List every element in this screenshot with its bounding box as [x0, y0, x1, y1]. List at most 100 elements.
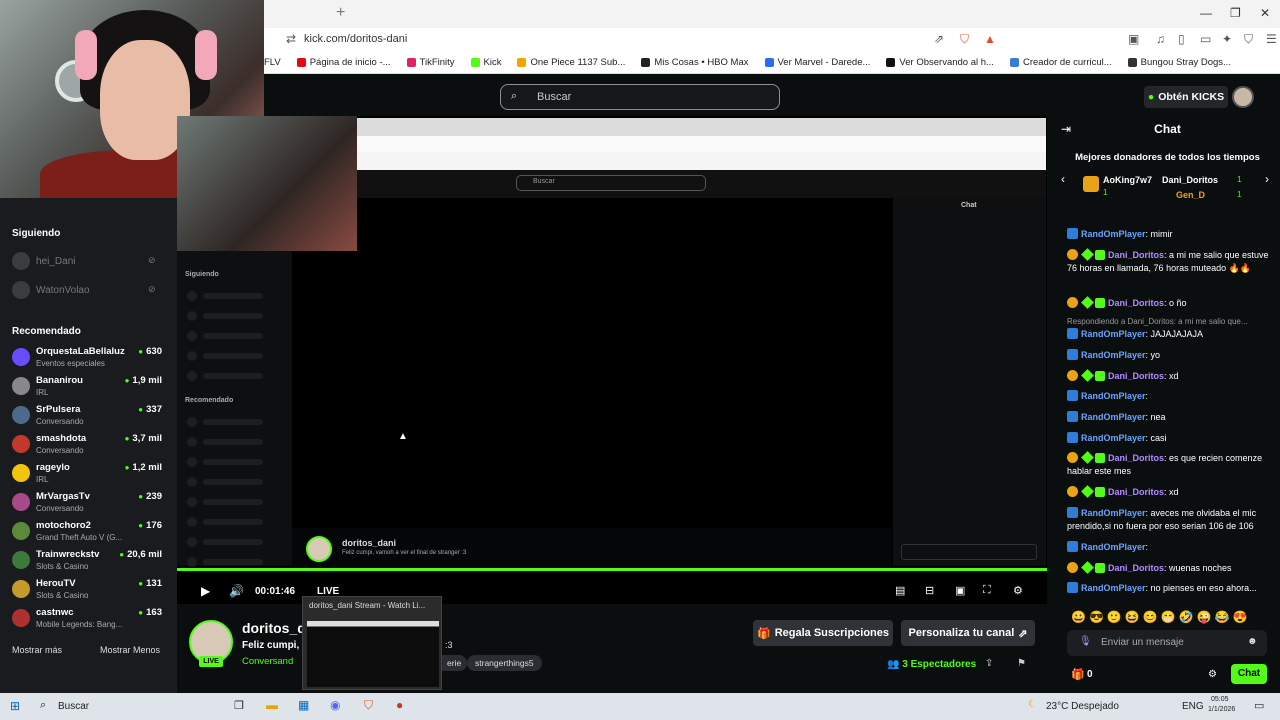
- bookmark-item[interactable]: Creador de curricul...: [1009, 57, 1112, 68]
- maximize-icon[interactable]: ❐: [1230, 6, 1241, 20]
- recommended-channel[interactable]: MrVargasTv Conversando 239: [12, 489, 162, 517]
- placeholder-row: [203, 333, 263, 339]
- gift-subs-button[interactable]: 🎁 Regala Suscripciones: [753, 620, 893, 646]
- bookmark-item[interactable]: Kick: [470, 57, 501, 68]
- fullscreen-icon[interactable]: ⛶: [983, 584, 991, 597]
- search-box[interactable]: ⌕ Buscar: [500, 84, 780, 110]
- play-icon[interactable]: ▶: [201, 584, 210, 598]
- chat-username[interactable]: Dani_Doritos: [1108, 453, 1164, 463]
- chat-username[interactable]: RandOmPlayer: [1081, 412, 1146, 422]
- reader-icon[interactable]: ▣: [1128, 32, 1139, 46]
- site-info-icon[interactable]: ⇄: [286, 32, 296, 46]
- bookmark-item[interactable]: One Piece 1137 Sub...: [517, 57, 625, 68]
- recommended-channel[interactable]: Trainwreckstv Slots & Casino 20,6 mil: [12, 547, 162, 575]
- stream-title: Feliz cumpi,: [242, 640, 300, 651]
- bookmark-item[interactable]: FLV: [264, 57, 281, 68]
- following-item[interactable]: WatonVolao: [12, 281, 90, 299]
- recommended-channel[interactable]: OrquestaLaBellaluz Eventos especiales 630: [12, 344, 162, 372]
- language-indicator[interactable]: ENG: [1182, 701, 1204, 712]
- rewards-icon[interactable]: ▲: [984, 32, 996, 46]
- chat-username[interactable]: RandOmPlayer: [1081, 229, 1146, 239]
- chat-username[interactable]: RandOmPlayer: [1081, 542, 1146, 552]
- vpn-icon[interactable]: ⛉: [1244, 32, 1253, 47]
- recommended-channel[interactable]: smashdota Conversando 3,7 mil: [12, 431, 162, 459]
- store-icon[interactable]: ▦: [298, 698, 309, 712]
- new-tab-button[interactable]: +: [336, 4, 345, 22]
- windows-start-icon[interactable]: ⊞: [10, 699, 20, 713]
- sidebar-icon[interactable]: ▯: [1178, 32, 1185, 46]
- chat-username[interactable]: Dani_Doritos: [1108, 487, 1164, 497]
- stream-tag[interactable]: erie: [441, 655, 468, 671]
- brave-icon[interactable]: ⛉: [364, 698, 373, 713]
- weather-text[interactable]: 23°C Despejado: [1046, 701, 1119, 712]
- music-icon[interactable]: ♫: [1156, 32, 1165, 46]
- url-field[interactable]: kick.com/doritos-dani: [304, 33, 407, 45]
- brave-shield-icon[interactable]: ⛉: [960, 32, 969, 47]
- chat-username[interactable]: RandOmPlayer: [1081, 391, 1146, 401]
- extensions-icon[interactable]: ✦: [1222, 32, 1232, 46]
- taskbar-thumbnail-preview[interactable]: doritos_dani Stream - Watch Li...: [302, 596, 442, 690]
- share-icon[interactable]: ⇗: [934, 32, 944, 46]
- send-chat-button[interactable]: Chat: [1231, 664, 1267, 684]
- chat-username[interactable]: RandOmPlayer: [1081, 508, 1146, 518]
- user-avatar[interactable]: [1232, 86, 1254, 108]
- stream-tag[interactable]: strangerthings5: [467, 655, 542, 671]
- file-explorer-icon[interactable]: ▬: [266, 698, 278, 712]
- discord-icon[interactable]: ◉: [330, 698, 340, 712]
- chat-input[interactable]: 🎙 Enviar un mensaje ☻: [1067, 630, 1267, 656]
- chat-username[interactable]: Dani_Doritos: [1108, 563, 1164, 573]
- emote-bar[interactable]: 😀😎🙂😆😊😁🤣😜😂😍: [1071, 610, 1250, 624]
- chat-username[interactable]: RandOmPlayer: [1081, 583, 1146, 593]
- recommended-channel[interactable]: Bananirou IRL 1,9 mil: [12, 373, 162, 401]
- close-icon[interactable]: ✕: [1260, 6, 1270, 20]
- share-icon[interactable]: ⇪: [985, 658, 993, 669]
- show-more-button[interactable]: Mostrar más: [12, 645, 62, 655]
- recommended-channel[interactable]: rageylo IRL 1,2 mil: [12, 460, 162, 488]
- bookmark-item[interactable]: Mis Cosas • HBO Max: [641, 57, 749, 68]
- theatre-mode-icon[interactable]: ▤: [895, 584, 905, 597]
- clock-date[interactable]: 1/1/2026: [1208, 706, 1235, 713]
- emoji-icon[interactable]: ☻: [1247, 636, 1258, 647]
- chevron-left-icon[interactable]: ‹: [1061, 172, 1065, 186]
- clock-time[interactable]: 05:05: [1211, 696, 1229, 703]
- minimize-icon[interactable]: —: [1200, 6, 1212, 20]
- bookmark-item[interactable]: TikFinity: [406, 57, 455, 68]
- notifications-icon[interactable]: ▭: [1254, 699, 1264, 712]
- show-less-button[interactable]: Mostrar Menos: [100, 645, 160, 655]
- customize-channel-button[interactable]: Personaliza tu canal ⇗: [901, 620, 1035, 646]
- chat-username[interactable]: RandOmPlayer: [1081, 350, 1146, 360]
- mod-badge-icon: [1095, 487, 1105, 497]
- obs-icon[interactable]: ●: [396, 698, 403, 712]
- taskbar-search-icon[interactable]: ⌕: [40, 699, 46, 712]
- following-item[interactable]: hei_Dani: [12, 252, 75, 270]
- bookmark-item[interactable]: Ver Observando al h...: [886, 57, 994, 68]
- stream-category[interactable]: Conversand: [242, 656, 293, 667]
- menu-icon[interactable]: ☰: [1266, 32, 1277, 46]
- chat-username[interactable]: RandOmPlayer: [1081, 433, 1146, 443]
- pip-icon[interactable]: ▣: [955, 584, 965, 597]
- bookmark-item[interactable]: Bungou Stray Dogs...: [1127, 57, 1231, 68]
- chat-settings-icon[interactable]: ⚙: [1208, 669, 1217, 680]
- chat-username[interactable]: Dani_Doritos: [1108, 250, 1164, 260]
- chat-username[interactable]: RandOmPlayer: [1081, 329, 1146, 339]
- task-view-icon[interactable]: ❐: [234, 699, 244, 712]
- clip-icon[interactable]: ⊟: [925, 584, 934, 597]
- volume-icon[interactable]: 🔊: [229, 584, 244, 598]
- chat-username[interactable]: Dani_Doritos: [1108, 371, 1164, 381]
- mic-icon[interactable]: 🎙: [1079, 636, 1092, 647]
- get-kicks-button[interactable]: ● Obtén KICKS: [1144, 86, 1228, 108]
- chevron-right-icon[interactable]: ›: [1265, 172, 1269, 186]
- taskbar-search-label[interactable]: Buscar: [58, 701, 89, 712]
- settings-icon[interactable]: ⚙: [1013, 584, 1023, 597]
- wallet-icon[interactable]: ▭: [1200, 32, 1211, 46]
- progress-bar[interactable]: [177, 568, 1047, 571]
- bookmark-item[interactable]: Ver Marvel - Darede...: [764, 57, 870, 68]
- report-icon[interactable]: ⚑: [1017, 658, 1026, 669]
- streamer-name[interactable]: doritos_d: [242, 620, 306, 636]
- recommended-channel[interactable]: HerouTV Slots & Casino 131: [12, 576, 162, 604]
- chat-username[interactable]: Dani_Doritos: [1108, 298, 1164, 308]
- bookmark-item[interactable]: Página de inicio -...: [296, 57, 391, 68]
- recommended-channel[interactable]: SrPulsera Conversando 337: [12, 402, 162, 430]
- recommended-channel[interactable]: castnwc Mobile Legends: Bang... 163: [12, 605, 162, 633]
- recommended-channel[interactable]: motochoro2 Grand Theft Auto V (G... 176: [12, 518, 162, 546]
